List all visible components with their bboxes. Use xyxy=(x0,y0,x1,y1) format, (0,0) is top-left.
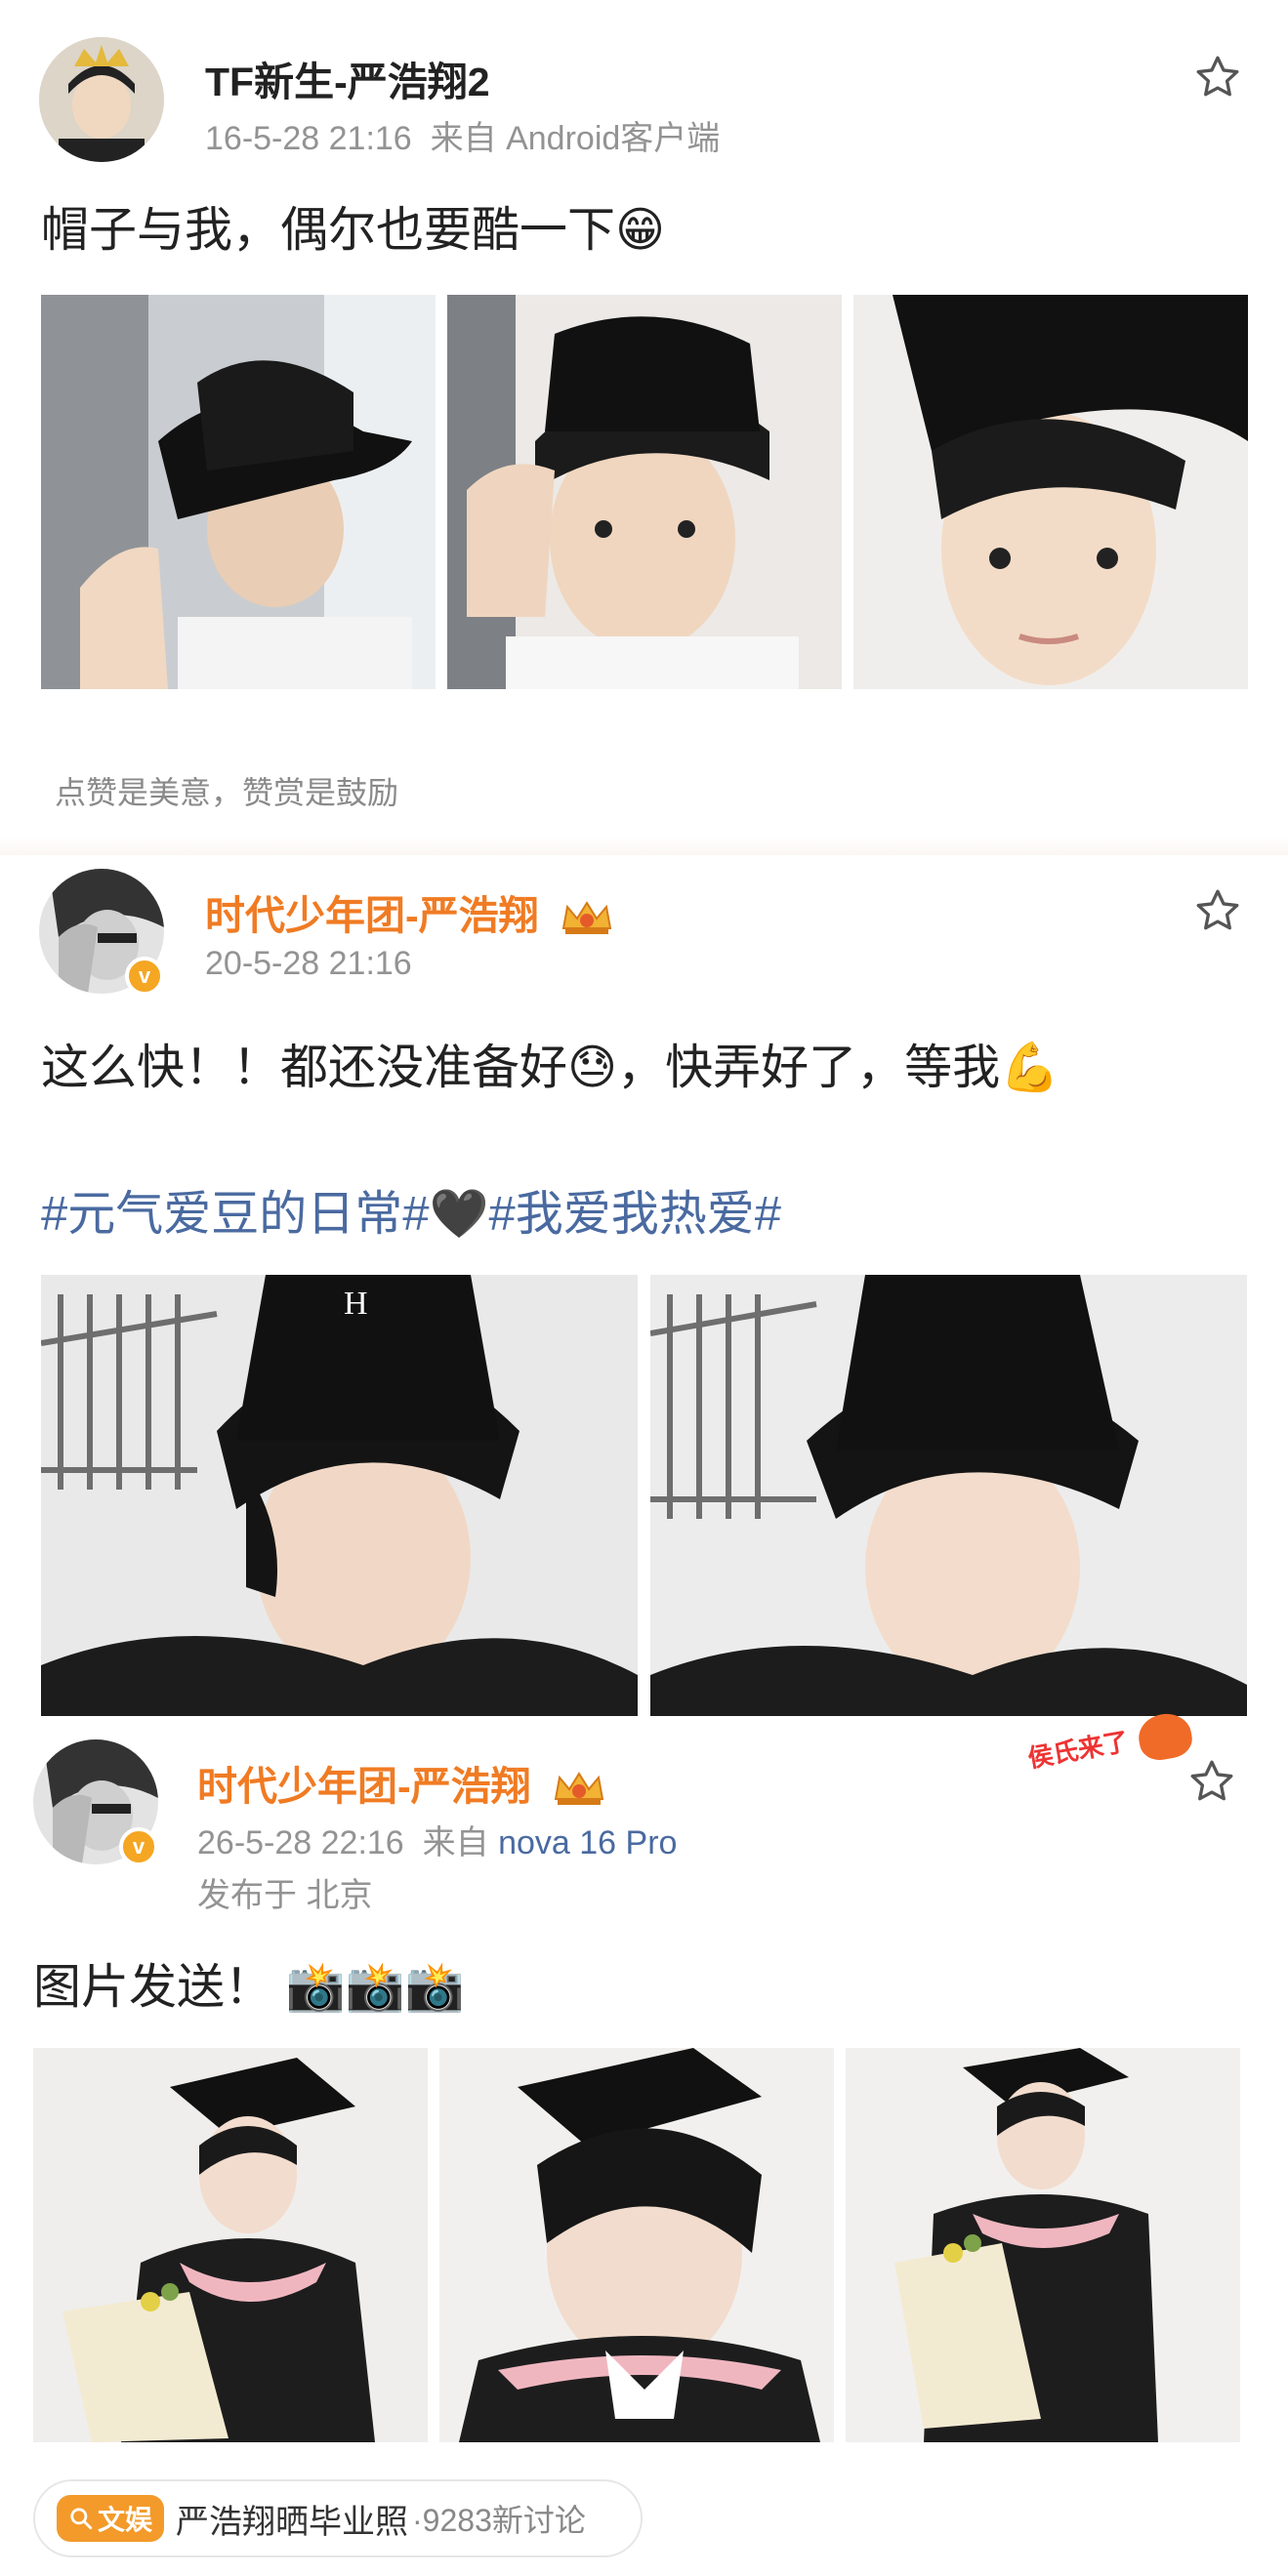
post-text: 这么快！！都还没准备好😓，快弄好了，等我💪 xyxy=(41,1029,1059,1098)
avatar[interactable] xyxy=(39,37,164,162)
post-text-b: ，快弄好了，等我 xyxy=(617,1042,1001,1094)
topic-badge-text: 文娱 xyxy=(98,2505,153,2535)
black-heart-emoji: 🖤 xyxy=(429,1188,489,1241)
author-name[interactable]: 时代少年团-严浩翔 xyxy=(205,882,614,941)
author-name-text: 时代少年团-严浩翔 xyxy=(197,1764,531,1809)
post-source: 来自 Android客户端 xyxy=(430,120,721,157)
post-meta: 16-5-28 21:16 来自 Android客户端 xyxy=(205,111,720,159)
camera-flash-emoji: 📸📸📸 xyxy=(285,1961,465,2014)
hashtag-link[interactable]: #我爱我热爱# xyxy=(489,1188,782,1241)
topic-text: 严浩翔晒毕业照 xyxy=(176,2503,409,2541)
author-name[interactable]: 时代少年团-严浩翔 xyxy=(197,1753,606,1812)
sticker-text: 侯氏来了 xyxy=(1025,1726,1131,1774)
star-icon[interactable] xyxy=(1193,886,1242,935)
post-text-content: 帽子与我，偶尔也要酷一下 xyxy=(41,204,616,257)
post-image[interactable] xyxy=(33,2048,428,2442)
post-source-prefix: 来自 xyxy=(422,1824,489,1861)
crown-icon xyxy=(561,901,612,935)
verified-icon: v xyxy=(119,1827,158,1866)
sticker: 侯氏来了 xyxy=(1024,1709,1195,1783)
post-image[interactable] xyxy=(853,295,1248,689)
topic-count: ·9283新讨论 xyxy=(412,2503,586,2538)
post-image[interactable] xyxy=(846,2048,1240,2442)
post-image[interactable] xyxy=(41,295,436,689)
topic-badge: 文娱 xyxy=(57,2495,165,2542)
post-tags: #元气爱豆的日常#🖤#我爱我热爱# xyxy=(41,1175,781,1245)
post-image[interactable] xyxy=(650,1275,1247,1716)
topic-chip[interactable]: 文娱 严浩翔晒毕业照 ·9283新讨论 xyxy=(33,2479,643,2557)
post-time: 26-5-28 22:16 xyxy=(197,1824,404,1861)
post-text: 帽子与我，偶尔也要酷一下😁 xyxy=(41,191,665,261)
author-name-text: 时代少年团-严浩翔 xyxy=(205,893,539,938)
hashtag-link[interactable]: #元气爱豆的日常# xyxy=(41,1188,430,1241)
star-icon[interactable] xyxy=(1193,53,1242,102)
post-image[interactable]: H xyxy=(41,1275,638,1716)
grin-emoji: 😁 xyxy=(615,204,666,257)
divider xyxy=(0,838,1288,855)
post-time: 16-5-28 21:16 xyxy=(205,120,412,157)
post-image[interactable] xyxy=(447,295,842,689)
post-meta: 26-5-28 22:16 来自 nova 16 Pro xyxy=(197,1816,677,1863)
reward-hint: 点赞是美意，赞赏是鼓励 xyxy=(55,775,399,810)
avatar-image xyxy=(39,37,164,162)
crown-icon xyxy=(554,1772,604,1806)
post-text-a: 这么快！！都还没准备好 xyxy=(41,1042,568,1094)
author-name[interactable]: TF新生-严浩翔2 xyxy=(205,49,490,107)
sweat-emoji: 😓 xyxy=(567,1042,618,1094)
star-icon[interactable] xyxy=(1187,1757,1236,1806)
post-text: 图片发送！ 📸📸📸 xyxy=(33,1948,465,2018)
verified-icon: v xyxy=(125,957,164,996)
muscle-emoji: 💪 xyxy=(1000,1042,1060,1094)
post-device[interactable]: nova 16 Pro xyxy=(498,1824,677,1861)
post-location: 发布于 北京 xyxy=(197,1877,373,1914)
search-icon xyxy=(70,2508,93,2530)
post-time: 20-5-28 21:16 xyxy=(205,945,412,982)
post-text-content: 图片发送！ xyxy=(33,1961,273,2014)
post-image[interactable] xyxy=(439,2048,834,2442)
svg-text:H: H xyxy=(344,1286,368,1322)
